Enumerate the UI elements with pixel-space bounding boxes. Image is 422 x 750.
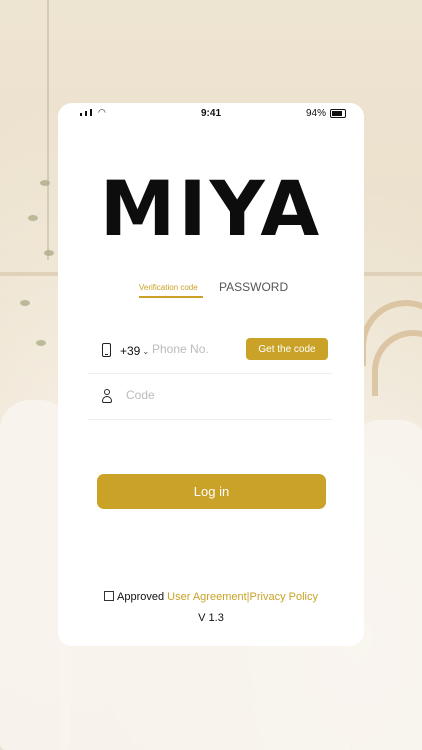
code-input[interactable] <box>124 387 278 403</box>
phone-row: +39 ⌄ Get the code <box>88 327 332 374</box>
agreement-line: Approved User Agreement|Privacy Policy <box>58 591 364 603</box>
leaf <box>40 180 50 186</box>
login-button[interactable]: Log in <box>97 474 326 509</box>
active-tab-indicator <box>139 296 203 298</box>
get-code-button[interactable]: Get the code <box>246 338 328 360</box>
hanging-string <box>47 0 49 260</box>
phone-input[interactable] <box>150 341 244 357</box>
phone-icon <box>102 343 111 357</box>
code-row <box>88 373 332 420</box>
chevron-down-icon: ⌄ <box>142 346 150 356</box>
leaf <box>28 215 38 221</box>
user-icon <box>102 389 112 403</box>
leaf <box>20 300 30 306</box>
status-bar: ◠ 9:41 94% <box>58 103 364 125</box>
user-agreement-link[interactable]: User Agreement <box>167 591 246 603</box>
privacy-policy-link[interactable]: Privacy Policy <box>250 591 318 603</box>
leaf <box>44 250 54 256</box>
agreement-checkbox[interactable] <box>104 591 115 601</box>
login-card: ◠ 9:41 94% MIYA Verification code PASSWO… <box>58 103 364 646</box>
approved-label: Approved <box>117 591 165 603</box>
login-tabs: Verification code PASSWORD <box>58 280 364 302</box>
brand-logo: MIYA <box>99 164 323 253</box>
app-version: V 1.3 <box>198 612 224 624</box>
battery-icon <box>330 109 346 118</box>
leaf <box>36 340 46 346</box>
battery-percent: 94% <box>305 108 326 119</box>
country-code-select[interactable]: +39 ⌄ <box>120 344 149 358</box>
tab-verification-code[interactable]: Verification code <box>139 283 198 292</box>
country-code: +39 <box>120 344 141 358</box>
tab-password[interactable]: PASSWORD <box>219 280 288 294</box>
